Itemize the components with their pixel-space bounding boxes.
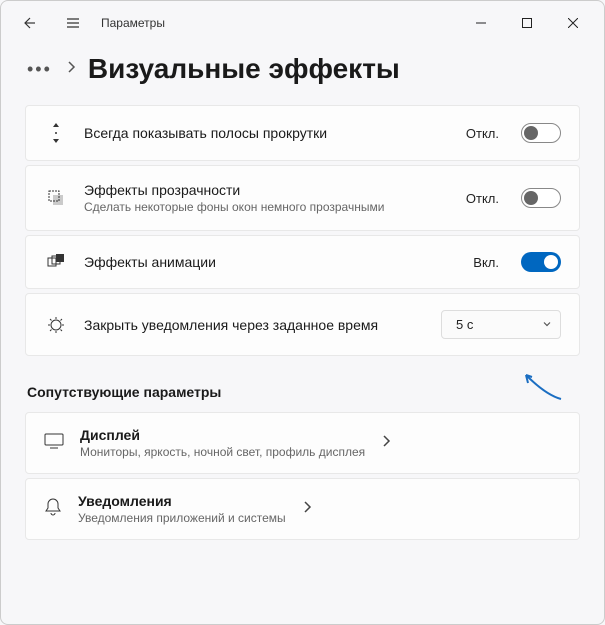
back-button[interactable] — [9, 3, 49, 43]
chevron-right-icon — [66, 60, 76, 79]
setting-title: Эффекты прозрачности — [84, 182, 450, 198]
toggle-status: Откл. — [466, 191, 499, 206]
chevron-right-icon — [381, 434, 391, 453]
animation-toggle[interactable] — [521, 252, 561, 272]
setting-subtitle: Сделать некоторые фоны окон немного проз… — [84, 200, 450, 214]
chevron-right-icon — [302, 500, 312, 519]
page-title: Визуальные эффекты — [88, 53, 400, 85]
related-heading: Сопутствующие параметры — [27, 384, 580, 400]
setting-title: Эффекты анимации — [84, 254, 457, 270]
maximize-button[interactable] — [504, 7, 550, 39]
breadcrumb-ellipsis[interactable]: ••• — [25, 59, 54, 80]
setting-title: Всегда показывать полосы прокрутки — [84, 125, 450, 141]
close-button[interactable] — [550, 7, 596, 39]
notification-timeout-dropdown[interactable]: 5 с — [441, 310, 561, 339]
toggle-status: Вкл. — [473, 255, 499, 270]
link-title: Дисплей — [80, 427, 365, 443]
minimize-button[interactable] — [458, 7, 504, 39]
link-subtitle: Мониторы, яркость, ночной свет, профиль … — [80, 445, 365, 459]
scrollbars-toggle[interactable] — [521, 123, 561, 143]
titlebar: Параметры — [1, 1, 604, 45]
setting-transparency: Эффекты прозрачности Сделать некоторые ф… — [25, 165, 580, 231]
notification-timer-icon — [44, 315, 68, 335]
animation-icon — [44, 253, 68, 271]
setting-animation: Эффекты анимации Вкл. — [25, 235, 580, 289]
breadcrumb: ••• Визуальные эффекты — [25, 53, 580, 85]
dropdown-value: 5 с — [456, 317, 473, 332]
scrollbar-icon — [44, 122, 68, 144]
setting-title: Закрыть уведомления через заданное время — [84, 317, 425, 333]
chevron-down-icon — [542, 317, 552, 332]
related-display[interactable]: Дисплей Мониторы, яркость, ночной свет, … — [25, 412, 580, 474]
transparency-toggle[interactable] — [521, 188, 561, 208]
bell-icon — [44, 497, 62, 522]
display-icon — [44, 433, 64, 454]
setting-scrollbars: Всегда показывать полосы прокрутки Откл. — [25, 105, 580, 161]
link-subtitle: Уведомления приложений и системы — [78, 511, 286, 525]
transparency-icon — [44, 189, 68, 207]
window-title: Параметры — [101, 16, 165, 30]
toggle-status: Откл. — [466, 126, 499, 141]
menu-button[interactable] — [53, 3, 93, 43]
link-title: Уведомления — [78, 493, 286, 509]
related-notifications[interactable]: Уведомления Уведомления приложений и сис… — [25, 478, 580, 540]
setting-notification-timeout: Закрыть уведомления через заданное время… — [25, 293, 580, 356]
